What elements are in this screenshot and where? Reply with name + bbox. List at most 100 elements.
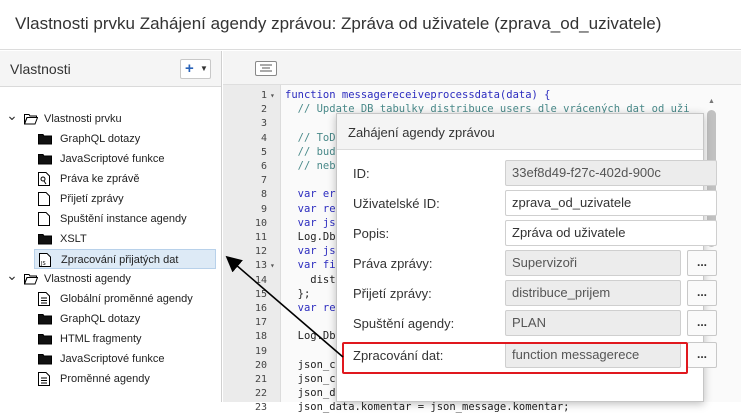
line-number: 21 (254, 374, 267, 385)
line-number: 6 (260, 161, 267, 172)
tree-item-label: GraphQL dotazy (60, 133, 141, 145)
line-number: 11 (254, 232, 267, 243)
tree-item[interactable]: ⌄ Vlastnosti agendy (6, 267, 216, 289)
fold-toggle-icon[interactable]: ▾ (270, 261, 275, 270)
properties-panel-header: Vlastnosti + ▼ (0, 51, 221, 87)
field-label: Práva zprávy: (353, 256, 433, 271)
dialog-title: Vlastnosti prvku Zahájení agendy zprávou… (15, 14, 662, 33)
folder-icon (38, 332, 52, 346)
tree-item[interactable]: Přijetí zprávy (6, 189, 216, 209)
line-number: 16 (254, 303, 267, 314)
tree-item[interactable]: GraphQL dotazy (6, 129, 216, 149)
tree-item[interactable]: JavaScriptové funkce (6, 149, 216, 169)
tree-item[interactable]: ›JavaScriptové funkce (6, 349, 216, 369)
format-code-button[interactable] (255, 61, 277, 76)
tree-item-label: JavaScriptové funkce (60, 353, 165, 365)
tree-item[interactable]: Proměnné agendy (6, 369, 216, 389)
chevron-down-icon[interactable]: ⌄ (6, 105, 18, 125)
code-line: json_data.komentar = json_message.koment… (285, 401, 570, 413)
code-line: var er (285, 188, 336, 201)
list-doc-icon (38, 292, 52, 306)
field-value[interactable]: PLAN (505, 310, 681, 336)
field-value[interactable]: zprava_od_uzivatele (505, 190, 717, 216)
line-number: 1 (260, 90, 267, 101)
line-number: 23 (254, 402, 267, 413)
browse-button[interactable]: ... (687, 310, 717, 336)
tree-item-label: XSLT (60, 233, 87, 245)
field-label: Přijetí zprávy: (353, 286, 432, 301)
tree-item[interactable]: Spuštění instance agendy (6, 209, 216, 229)
format-icon (260, 64, 272, 72)
code-line: }; (285, 287, 311, 300)
js-doc-icon: JS (39, 253, 53, 267)
field-value[interactable]: 33ef8d49-f27c-402d-900c (505, 160, 717, 186)
folder-icon (38, 352, 52, 366)
tree-item-label: Práva ke zprávě (60, 173, 140, 185)
code-line: // ToD (285, 131, 336, 144)
tree-item[interactable]: JS Zpracování přijatých dat (34, 249, 216, 269)
line-number: 10 (254, 217, 267, 229)
folder-icon (38, 132, 52, 146)
line-number: 20 (254, 359, 267, 371)
tree-item-label: Spuštění instance agendy (60, 213, 187, 225)
code-line: json_c (285, 358, 336, 371)
dialog-titlebar: Vlastnosti prvku Zahájení agendy zprávou… (0, 0, 741, 50)
chevron-down-icon: ▼ (200, 64, 208, 73)
editor-toolbar (223, 51, 741, 85)
tree-item-label: JavaScriptové funkce (60, 153, 165, 165)
folder-icon (38, 232, 52, 246)
line-number: 2 (260, 104, 267, 116)
tree-item[interactable]: ›GraphQL dotazy (6, 309, 216, 329)
line-number: 4 (260, 132, 267, 144)
doc-icon (38, 192, 52, 206)
list-doc-icon (38, 372, 52, 386)
fold-toggle-icon[interactable]: ▾ (270, 91, 275, 100)
tree-item[interactable]: Práva ke zprávě (6, 169, 216, 189)
field-value[interactable]: Supervizoři (505, 250, 681, 276)
line-number: 18 (254, 331, 267, 343)
properties-panel-title: Vlastnosti (10, 61, 71, 77)
code-line: // bud (285, 145, 336, 158)
tree-item-label: Vlastnosti prvku (44, 113, 122, 125)
line-number: 13 (254, 260, 267, 272)
code-line: var js (285, 216, 336, 229)
code-line: Log.Db (285, 330, 336, 343)
line-number: 8 (260, 189, 267, 201)
tree-item-label: Přijetí zprávy (60, 193, 124, 205)
tree-item-label: Vlastnosti agendy (44, 273, 131, 285)
tree-item-label: GraphQL dotazy (60, 313, 141, 325)
line-number: 3 (260, 118, 267, 130)
tree-item[interactable]: ⌄ Vlastnosti prvku (6, 107, 216, 129)
chevron-down-icon[interactable]: ⌄ (6, 265, 18, 285)
line-number: 9 (260, 203, 267, 215)
code-line: var re (285, 302, 336, 314)
form-row: Uživatelské ID: zprava_od_uzivatele (337, 190, 717, 218)
line-number: 19 (254, 345, 267, 357)
tree-item[interactable]: HTML fragmenty (6, 329, 216, 349)
line-number: 22 (254, 388, 267, 400)
folder-icon (38, 312, 52, 326)
form-row: ID: 33ef8d49-f27c-402d-900c (337, 160, 717, 188)
line-number: 17 (254, 317, 267, 329)
popup-header: Zahájení agendy zprávou (337, 114, 703, 150)
browse-button[interactable]: ... (687, 342, 717, 368)
line-number-gutter: 1 ▾ 2 3 4 5 6 7 8 9 10 11 12 13 ▾ 14 15 16 17 18 19 20 21 22 23 (223, 85, 281, 413)
tree-item-label: Proměnné agendy (60, 373, 150, 385)
tree-item[interactable]: XSLT (6, 229, 216, 249)
add-button[interactable]: + ▼ (180, 59, 211, 79)
code-line: var fi (285, 259, 336, 272)
field-value[interactable]: distribuce_prijem (505, 280, 681, 306)
field-value[interactable]: Zpráva od uživatele (505, 220, 717, 246)
form-row: Práva zprávy: Supervizoři... (337, 250, 717, 278)
svg-text:JS: JS (40, 261, 46, 267)
field-label: ID: (353, 166, 370, 181)
code-line: function messagereceiveprocessdata(data)… (285, 89, 551, 101)
form-row: Popis: Zpráva od uživatele (337, 220, 717, 248)
code-line: json_c (285, 373, 336, 385)
browse-button[interactable]: ... (687, 280, 717, 306)
scroll-up-icon[interactable]: ▲ (708, 98, 715, 105)
highlight-frame (342, 342, 688, 374)
browse-button[interactable]: ... (687, 250, 717, 276)
properties-panel: Vlastnosti + ▼ ⌄ Vlastnosti prvku GraphQL … (0, 51, 222, 402)
tree-item[interactable]: Globální proměnné agendy (6, 289, 216, 309)
